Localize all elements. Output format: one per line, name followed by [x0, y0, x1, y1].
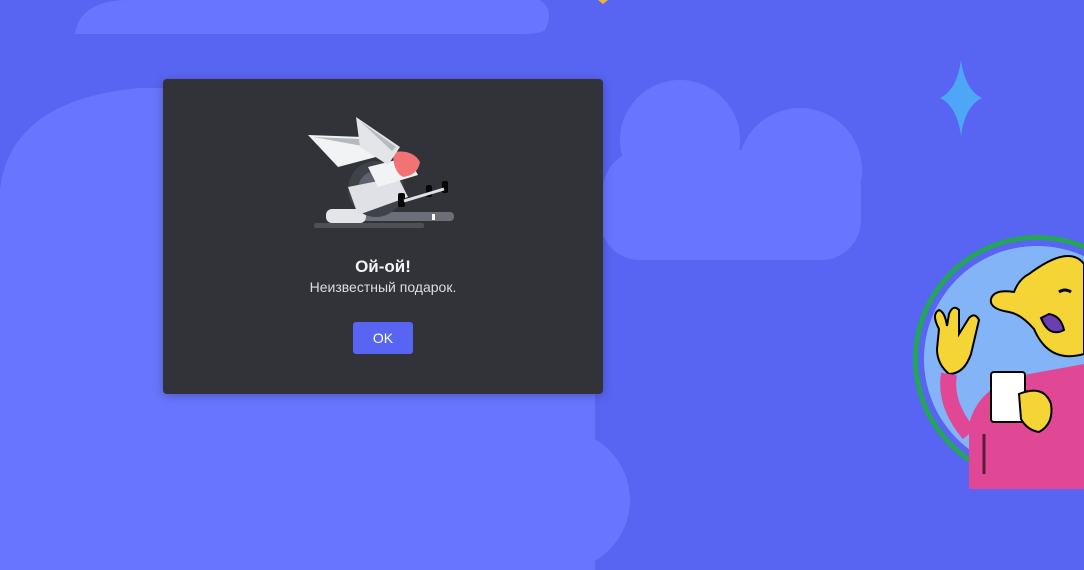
error-modal: Ой-ой! Неизвестный подарок. OK — [163, 79, 603, 394]
sparkle-icon — [940, 60, 982, 136]
modal-title: Ой-ой! — [355, 257, 411, 276]
gift-page-background: Ой-ой! Неизвестный подарок. OK — [0, 0, 1084, 570]
character-avatar — [913, 235, 1084, 489]
broken-robot-arm-illustration — [308, 117, 454, 228]
ok-button[interactable]: OK — [353, 322, 413, 354]
modal-message: Неизвестный подарок. — [309, 279, 457, 295]
ribbon-icon — [598, 0, 608, 4]
